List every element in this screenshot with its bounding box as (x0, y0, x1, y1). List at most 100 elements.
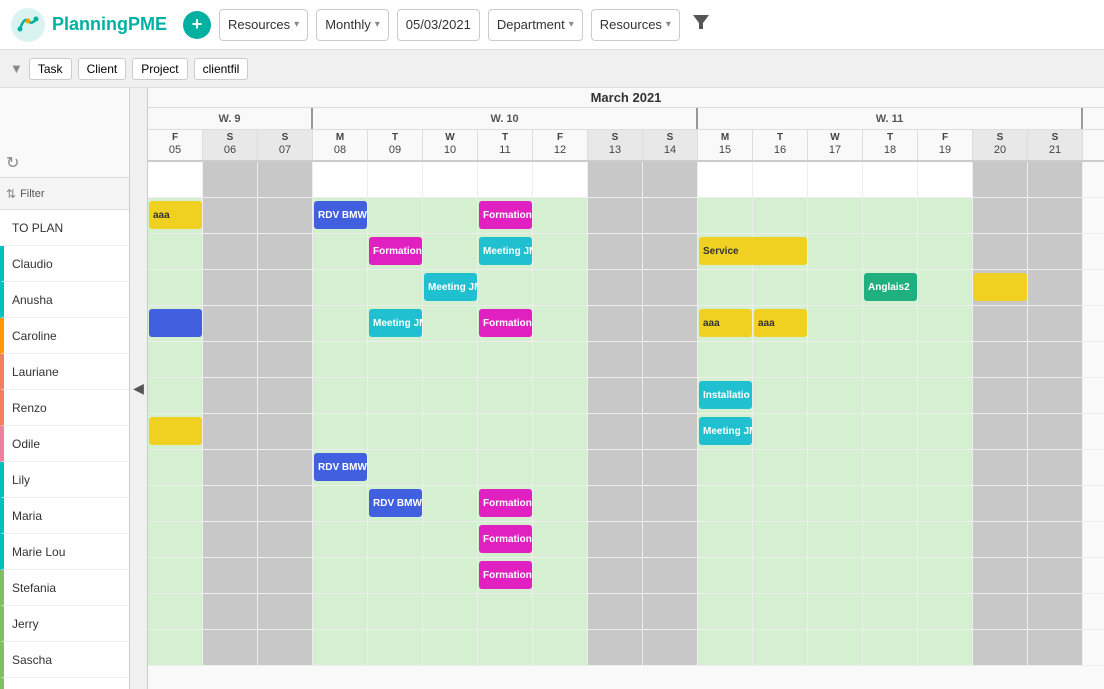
grid-cell[interactable] (1028, 198, 1083, 233)
grid-cell[interactable] (533, 162, 588, 197)
grid-cell[interactable] (643, 558, 698, 593)
grid-cell[interactable] (313, 630, 368, 665)
grid-cell[interactable] (588, 378, 643, 413)
grid-cell[interactable] (753, 450, 808, 485)
grid-cell[interactable] (313, 414, 368, 449)
grid-cell[interactable] (423, 594, 478, 629)
grid-cell[interactable] (423, 486, 478, 521)
task-filter[interactable]: Task (29, 58, 72, 80)
grid-cell[interactable] (313, 486, 368, 521)
grid-cell[interactable] (643, 342, 698, 377)
grid-cell[interactable] (643, 234, 698, 269)
grid-cell[interactable] (588, 522, 643, 557)
grid-cell[interactable] (148, 342, 203, 377)
calendar-event[interactable]: Meeting JMC (369, 309, 422, 337)
grid-cell[interactable] (1028, 162, 1083, 197)
grid-cell[interactable] (918, 342, 973, 377)
grid-cell[interactable] (753, 630, 808, 665)
grid-cell[interactable] (1028, 234, 1083, 269)
grid-cell[interactable] (973, 378, 1028, 413)
grid-cell[interactable] (313, 270, 368, 305)
grid-cell[interactable] (258, 486, 313, 521)
grid-cell[interactable] (753, 342, 808, 377)
calendar-event[interactable]: RDV BMW (314, 453, 367, 481)
grid-cell[interactable] (863, 306, 918, 341)
grid-cell[interactable] (918, 198, 973, 233)
grid-cell[interactable] (698, 342, 753, 377)
grid-cell[interactable] (533, 378, 588, 413)
grid-cell[interactable] (863, 198, 918, 233)
calendar-event[interactable]: Formation (479, 309, 532, 337)
grid-cell[interactable] (258, 306, 313, 341)
grid-cell[interactable] (533, 414, 588, 449)
grid-cell[interactable] (808, 270, 863, 305)
grid-cell[interactable] (808, 306, 863, 341)
grid-cell[interactable] (863, 414, 918, 449)
grid-cell[interactable] (533, 198, 588, 233)
grid-cell[interactable] (973, 594, 1028, 629)
grid-cell[interactable] (423, 522, 478, 557)
grid-cell[interactable] (973, 162, 1028, 197)
grid-cell[interactable] (533, 630, 588, 665)
grid-cell[interactable] (753, 162, 808, 197)
grid-cell[interactable] (203, 306, 258, 341)
client-filter[interactable]: Client (78, 58, 127, 80)
calendar-event[interactable]: Meeting JMC (424, 273, 477, 301)
grid-cell[interactable] (258, 594, 313, 629)
grid-cell[interactable] (533, 306, 588, 341)
grid-cell[interactable] (973, 342, 1028, 377)
grid-cell[interactable] (368, 414, 423, 449)
grid-cell[interactable] (368, 378, 423, 413)
grid-cell[interactable] (808, 414, 863, 449)
grid-cell[interactable] (918, 414, 973, 449)
grid-cell[interactable] (1028, 414, 1083, 449)
grid-cell[interactable] (698, 486, 753, 521)
add-button[interactable]: + (183, 11, 211, 39)
grid-cell[interactable] (203, 162, 258, 197)
grid-cell[interactable] (148, 450, 203, 485)
grid-cell[interactable] (863, 522, 918, 557)
monthly-dropdown[interactable]: Monthly ▾ (316, 9, 389, 41)
calendar-event[interactable]: Formation (369, 237, 422, 265)
calendar-event[interactable] (974, 273, 1027, 301)
grid-cell[interactable] (588, 594, 643, 629)
calendar-event[interactable]: RDV BMW (314, 201, 367, 229)
project-filter[interactable]: Project (132, 58, 187, 80)
grid-cell[interactable] (588, 198, 643, 233)
grid-cell[interactable] (973, 486, 1028, 521)
grid-cell[interactable] (423, 234, 478, 269)
grid-cell[interactable] (148, 486, 203, 521)
grid-cell[interactable] (808, 558, 863, 593)
grid-cell[interactable] (1028, 486, 1083, 521)
grid-cell[interactable] (918, 594, 973, 629)
grid-cell[interactable] (423, 414, 478, 449)
grid-cell[interactable] (368, 198, 423, 233)
grid-cell[interactable] (918, 162, 973, 197)
grid-cell[interactable] (973, 306, 1028, 341)
grid-cell[interactable] (643, 522, 698, 557)
grid-cell[interactable] (808, 594, 863, 629)
grid-cell[interactable] (808, 198, 863, 233)
department-dropdown[interactable]: Department ▾ (488, 9, 583, 41)
grid-cell[interactable] (258, 270, 313, 305)
grid-cell[interactable] (478, 414, 533, 449)
grid-cell[interactable] (808, 630, 863, 665)
grid-cell[interactable] (588, 450, 643, 485)
grid-cell[interactable] (533, 342, 588, 377)
calendar-event[interactable]: Meeting JMC (479, 237, 532, 265)
grid-cell[interactable] (533, 522, 588, 557)
grid-cell[interactable] (698, 630, 753, 665)
grid-cell[interactable] (753, 486, 808, 521)
grid-cell[interactable] (643, 162, 698, 197)
calendar-event[interactable]: Meeting JMC (699, 417, 752, 445)
grid-cell[interactable] (863, 558, 918, 593)
grid-cell[interactable] (203, 522, 258, 557)
grid-cell[interactable] (313, 306, 368, 341)
grid-cell[interactable] (478, 342, 533, 377)
grid-cell[interactable] (643, 378, 698, 413)
resources-dropdown[interactable]: Resources ▾ (219, 9, 308, 41)
grid-cell[interactable] (203, 198, 258, 233)
grid-cell[interactable] (203, 594, 258, 629)
grid-cell[interactable] (423, 558, 478, 593)
grid-cell[interactable] (203, 486, 258, 521)
